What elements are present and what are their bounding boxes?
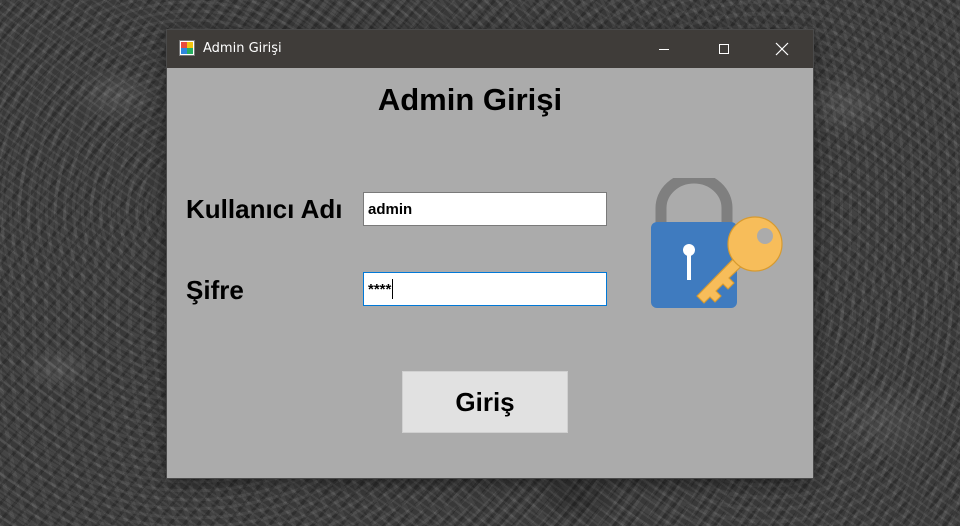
- password-input[interactable]: ****: [363, 272, 607, 306]
- padlock-icon: [651, 178, 737, 308]
- form-heading: Admin Girişi: [377, 82, 563, 117]
- username-label: Kullanıcı Adı: [186, 194, 343, 224]
- lock-and-key-illustration: [651, 178, 783, 308]
- login-window: Admin Girişi Admin Girişi Kullanıcı Adı …: [167, 30, 813, 478]
- text-caret: [392, 279, 394, 299]
- login-button[interactable]: Giriş: [402, 371, 568, 433]
- maximize-button[interactable]: [701, 30, 747, 68]
- window-title: Admin Girişi: [203, 41, 282, 56]
- username-input[interactable]: [363, 192, 607, 226]
- maximize-icon: [719, 44, 729, 54]
- password-mask: ****: [368, 280, 392, 298]
- minimize-button[interactable]: [641, 30, 687, 68]
- close-icon: [775, 42, 789, 56]
- app-icon: [179, 40, 195, 56]
- title-bar[interactable]: Admin Girişi: [167, 30, 813, 68]
- password-label: Şifre: [186, 275, 244, 305]
- close-button[interactable]: [759, 30, 805, 68]
- minimize-icon: [659, 49, 669, 50]
